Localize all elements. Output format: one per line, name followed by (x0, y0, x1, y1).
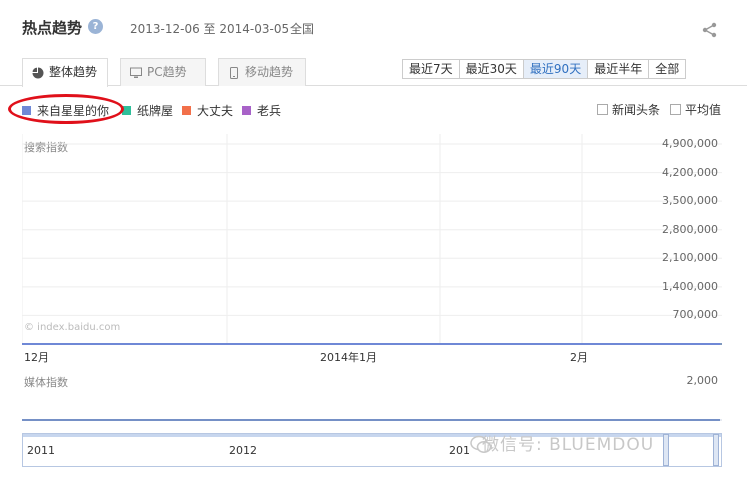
watermark: 微信号: BLUEMDOU (482, 435, 655, 455)
media-index-chart[interactable] (22, 370, 722, 426)
monitor-icon (130, 67, 142, 78)
region-label: 全国 (290, 22, 315, 36)
news-headlines-label: 新闻头条 (612, 103, 661, 117)
checkbox-icon (597, 104, 608, 115)
legend-label: 大丈夫 (197, 104, 234, 118)
legend-label: 老兵 (257, 104, 282, 118)
tab-label: 移动趋势 (245, 65, 294, 79)
y-tick-label: 2,100,000 (662, 251, 718, 265)
legend-item-dazhangfu[interactable]: 大丈夫 (182, 102, 233, 119)
range-90-days-button[interactable]: 最近90天 (523, 60, 589, 78)
tab-label: PC趋势 (147, 65, 187, 79)
navigator-label-2012: 2012 (229, 444, 257, 457)
navigator-label-2011: 2011 (27, 444, 55, 457)
y-tick-label: 4,900,000 (662, 137, 718, 150)
range-30-days-button[interactable]: 最近30天 (459, 60, 524, 78)
y-tick-label: 4,200,000 (662, 165, 718, 179)
tab-overall[interactable]: 整体趋势 (22, 58, 108, 87)
phone-icon (230, 67, 238, 79)
legend-item-house-of-cards[interactable]: 纸牌屋 (122, 102, 173, 119)
share-icon[interactable] (702, 22, 718, 38)
tab-mobile[interactable]: 移动趋势 (218, 58, 306, 86)
range-7-days-button[interactable]: 最近7天 (403, 60, 460, 78)
y-tick-label: 700,000 (672, 308, 719, 322)
trend-widget: 热点趋势 ? 2013-12-06 至 2014-03-05 全国 整体趋势 P… (0, 0, 747, 483)
x-label-jan: 2014年1月 (320, 351, 377, 364)
page-title: 热点趋势 (22, 19, 83, 37)
tab-pc[interactable]: PC趋势 (120, 58, 206, 86)
tab-divider (0, 85, 747, 86)
average-toggle[interactable]: 平均值 (670, 101, 721, 118)
checkbox-icon (670, 104, 681, 115)
legend-label: 纸牌屋 (137, 104, 174, 118)
highlight-annotation (8, 94, 124, 124)
date-range: 2013-12-06 至 2014-03-05 (130, 22, 290, 36)
tab-label: 整体趋势 (49, 65, 98, 79)
pie-icon (32, 67, 44, 79)
navigator-right-handle[interactable] (713, 434, 719, 466)
y-tick-label: 1,400,000 (662, 279, 718, 293)
x-label-feb: 2月 (570, 351, 588, 364)
legend-swatch (182, 106, 191, 115)
average-label: 平均值 (685, 103, 722, 117)
help-icon[interactable]: ? (88, 19, 103, 34)
legend-item-veteran[interactable]: 老兵 (242, 102, 281, 119)
header: 热点趋势 ? 2013-12-06 至 2014-03-05 全国 (0, 0, 747, 52)
range-half-year-button[interactable]: 最近半年 (588, 60, 650, 78)
range-selector: 最近7天 最近30天 最近90天 最近半年 全部 (402, 59, 687, 79)
news-headlines-toggle[interactable]: 新闻头条 (597, 101, 660, 118)
legend-swatch (242, 106, 251, 115)
y-tick-label: 3,500,000 (662, 194, 718, 208)
y-tick-label: 2,800,000 (662, 222, 718, 236)
navigator-left-handle[interactable] (663, 434, 669, 466)
source-label: © index.baidu.com (24, 322, 121, 333)
range-all-button[interactable]: 全部 (649, 60, 686, 78)
navigator-label-2013: 201 (449, 444, 470, 457)
search-index-chart[interactable] (22, 134, 722, 364)
x-label-dec: 12月 (24, 351, 49, 364)
